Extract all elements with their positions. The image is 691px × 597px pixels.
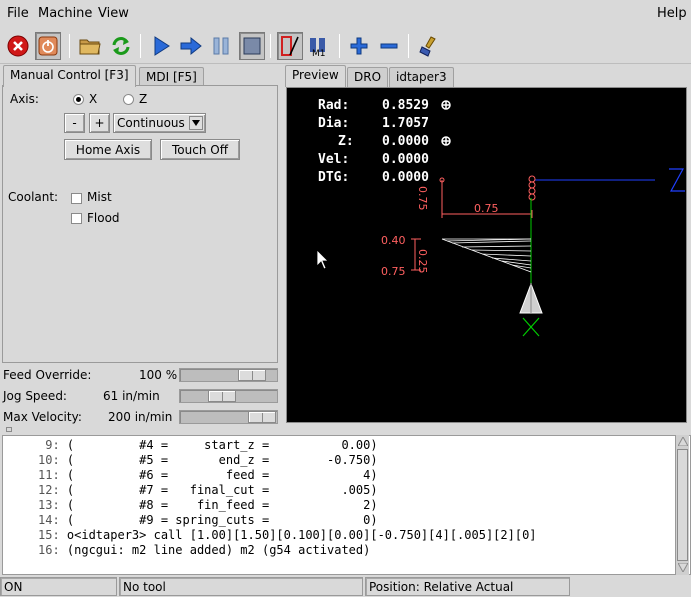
slider-thumb[interactable]: [208, 390, 236, 402]
stop-icon[interactable]: [239, 32, 265, 60]
gcode-line-text: o<idtaper3> call [1.00][1.50][0.100][0.0…: [59, 528, 537, 542]
tool-cone-icon: [519, 282, 543, 337]
gcode-line[interactable]: 9: ( #4 = start_z = 0.00): [38, 438, 378, 452]
jog-speed-value: 61 in/min: [103, 389, 160, 403]
flood-label: Flood: [87, 211, 120, 225]
jog-minus-button[interactable]: -: [64, 113, 85, 133]
flood-checkbox[interactable]: [71, 213, 82, 224]
tab-dro[interactable]: DRO: [347, 67, 389, 87]
dim-025: 0.25: [416, 249, 429, 274]
gcode-viewer[interactable]: 9: ( #4 = start_z = 0.00) 10: ( #5 = end_…: [2, 435, 691, 575]
preview-canvas[interactable]: Rad: 0.8529 Dia: 1.7057 Z: 0.0000 Vel: 0…: [286, 87, 687, 423]
max-velocity-slider[interactable]: [179, 410, 278, 424]
menu-view[interactable]: View: [98, 6, 129, 21]
gcode-line-number: 14:: [38, 513, 60, 527]
tab-preview[interactable]: Preview: [285, 65, 346, 87]
max-velocity-label: Max Velocity:: [3, 410, 82, 424]
manual-control-panel: Axis: X Z - + Continuous Home Axis Touch…: [2, 85, 278, 363]
clear-plot-icon[interactable]: [416, 32, 442, 60]
jog-plus-button[interactable]: +: [89, 113, 110, 133]
gcode-line-number: 15:: [38, 528, 60, 542]
gcode-line-number: 13:: [38, 498, 60, 512]
gcode-line[interactable]: 13: ( #8 = fin_feed = 2): [38, 498, 378, 512]
menu-machine[interactable]: Machine: [38, 6, 92, 21]
block-delete-icon[interactable]: [277, 32, 303, 60]
toolbar: M1: [0, 28, 691, 64]
touch-off-button[interactable]: Touch Off: [160, 139, 240, 160]
zoom-in-icon[interactable]: [346, 32, 372, 60]
dim-040: 0.40: [381, 234, 406, 247]
run-icon[interactable]: [148, 32, 174, 60]
status-machine-state: ON: [0, 577, 117, 596]
jog-mode-value: Continuous: [117, 116, 185, 130]
gcode-line-text: ( #5 = end_z = -0.750): [59, 453, 378, 467]
pause-icon[interactable]: [209, 32, 235, 60]
gcode-line[interactable]: 12: ( #7 = final_cut = .005): [38, 483, 378, 497]
axis-z-radio[interactable]: [123, 94, 134, 105]
gcode-line[interactable]: 16: (ngcgui: m2 line added) m2 (g54 acti…: [38, 543, 370, 557]
gcode-line-number: 11:: [38, 468, 60, 482]
mist-label: Mist: [87, 190, 112, 204]
gcode-line[interactable]: 14: ( #9 = spring_cuts = 0): [38, 513, 378, 527]
tab-manual-control[interactable]: Manual Control [F3]: [3, 65, 136, 87]
tab-mdi[interactable]: MDI [F5]: [139, 67, 204, 87]
dim-075-bottom: 0.75: [381, 265, 406, 278]
toolpath-plot: 0.75 0.75 0.40 0.25 0.75: [316, 100, 685, 337]
step-icon[interactable]: [178, 32, 204, 60]
menu-help[interactable]: Help: [657, 6, 687, 21]
feed-override-slider[interactable]: [179, 368, 278, 382]
axis-x-label: X: [89, 92, 98, 106]
open-folder-icon[interactable]: [77, 32, 103, 60]
pane-sash[interactable]: [6, 427, 12, 432]
jog-mode-select[interactable]: Continuous: [113, 113, 206, 133]
mist-checkbox[interactable]: [71, 193, 82, 204]
gcode-line-number: 16:: [38, 543, 60, 557]
status-tool: No tool: [119, 577, 363, 596]
slider-thumb[interactable]: [238, 369, 266, 381]
dim-075-top: 0.75: [474, 202, 499, 215]
svg-text:M1: M1: [312, 49, 326, 57]
feed-override-label: Feed Override:: [3, 368, 92, 382]
menu-file[interactable]: File: [7, 6, 29, 21]
gcode-line-text: ( #6 = feed = 4): [59, 468, 378, 482]
optional-stop-icon[interactable]: M1: [307, 32, 333, 60]
feed-override-value: 100 %: [139, 368, 178, 382]
scrollbar-thumb[interactable]: [677, 449, 688, 561]
gcode-line-text: ( #9 = spring_cuts = 0): [59, 513, 378, 527]
dim-vertical: 0.75: [416, 186, 429, 211]
gcode-line[interactable]: 10: ( #5 = end_z = -0.750): [38, 453, 378, 467]
home-axis-button[interactable]: Home Axis: [64, 139, 152, 160]
estop-icon[interactable]: [5, 32, 31, 60]
zoom-out-icon[interactable]: [376, 32, 402, 60]
gcode-line-text: (ngcgui: m2 line added) m2 (g54 activate…: [59, 543, 371, 557]
axis-x-radio[interactable]: [73, 94, 84, 105]
axis-label: Axis:: [10, 92, 39, 106]
axis-z-letter: [669, 168, 685, 192]
jog-speed-label: Jog Speed:: [3, 389, 67, 403]
mouse-cursor-icon: [316, 249, 329, 270]
max-velocity-value: 200 in/min: [108, 410, 173, 424]
gcode-line-number: 10:: [38, 453, 60, 467]
reload-icon[interactable]: [108, 32, 134, 60]
gcode-scrollbar[interactable]: [675, 435, 689, 575]
gcode-line-text: ( #8 = fin_feed = 2): [59, 498, 378, 512]
chevron-down-icon: [189, 116, 203, 130]
jog-speed-slider[interactable]: [179, 389, 278, 403]
axis-z-label: Z: [139, 92, 148, 106]
gcode-line[interactable]: 11: ( #6 = feed = 4): [38, 468, 378, 482]
power-icon[interactable]: [35, 32, 61, 60]
gcode-line-number: 9:: [38, 438, 60, 452]
gcode-line-text: ( #4 = start_z = 0.00): [59, 438, 378, 452]
gcode-line[interactable]: 15: o<idtaper3> call [1.00][1.50][0.100]…: [38, 528, 537, 542]
gcode-line-number: 12:: [38, 483, 60, 497]
slider-thumb[interactable]: [248, 411, 276, 423]
coolant-label: Coolant:: [8, 190, 59, 204]
tab-idtaper3[interactable]: idtaper3: [389, 67, 454, 87]
gcode-line-text: ( #7 = final_cut = .005): [59, 483, 378, 497]
status-position: Position: Relative Actual: [365, 577, 570, 596]
menubar: File Machine View Help: [0, 0, 691, 28]
homed-icon: [441, 100, 451, 146]
